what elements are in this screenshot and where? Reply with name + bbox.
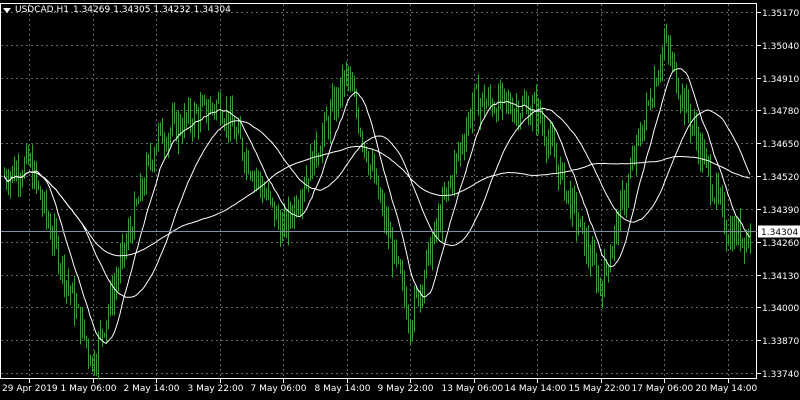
chart-title: USDCAD,H1: [15, 5, 69, 15]
x-tick-label: 20 May 14:00: [696, 384, 758, 394]
y-tick-label: 1.34130: [762, 272, 799, 282]
x-tick-label: 29 Apr 2019: [2, 384, 58, 394]
x-tick-label: 9 May 22:00: [378, 384, 434, 394]
y-tick-label: 1.33740: [762, 370, 799, 380]
triangle-down-icon[interactable]: [3, 7, 11, 13]
y-tick-label: 1.35170: [762, 9, 799, 19]
moving-average-slow: [3, 145, 751, 257]
x-tick-label: 14 May 14:00: [505, 384, 567, 394]
chart-header: USDCAD,H1 1.34269 1.34305 1.34232 1.3430…: [3, 4, 234, 16]
y-tick-label: 1.34520: [762, 173, 799, 183]
ohlc-open: 1.34269: [72, 5, 111, 15]
x-tick-label: 15 May 22:00: [569, 384, 631, 394]
ohlc-low: 1.34232: [153, 5, 191, 15]
moving-average-fast: [3, 68, 751, 344]
y-tick-label: 1.34000: [762, 304, 799, 314]
price-chart[interactable]: 1.35170 1.35040 1.34910 1.34780 1.34650 1.345…: [0, 0, 800, 400]
x-tick-label: 1 May 06:00: [61, 384, 117, 394]
x-tick-label: 8 May 14:00: [315, 384, 371, 394]
chart-window[interactable]: 1.35170 1.35040 1.34910 1.34780 1.34650 1.345…: [0, 0, 800, 400]
y-tick-label: 1.34780: [762, 107, 799, 117]
x-tick-label: 7 May 06:00: [251, 384, 307, 394]
x-tick-label: 2 May 14:00: [124, 384, 180, 394]
x-tick-label: 3 May 22:00: [188, 384, 244, 394]
y-tick-label: 1.34260: [762, 239, 799, 249]
current-price-label: 1.34304: [761, 228, 798, 238]
ohlc-close: 1.34304: [193, 5, 231, 15]
x-tick-label: 13 May 06:00: [442, 384, 504, 394]
x-tick-label: 17 May 06:00: [632, 384, 694, 394]
y-tick-label: 1.34650: [762, 140, 799, 150]
ohlc-high: 1.34305: [113, 5, 151, 15]
y-tick-label: 1.35040: [762, 42, 799, 52]
y-tick-label: 1.34910: [762, 75, 799, 85]
y-tick-label: 1.34390: [762, 206, 799, 216]
y-tick-label: 1.33870: [762, 337, 799, 347]
symbol: USDCAD: [15, 5, 54, 15]
timeframe: H1: [56, 5, 69, 15]
